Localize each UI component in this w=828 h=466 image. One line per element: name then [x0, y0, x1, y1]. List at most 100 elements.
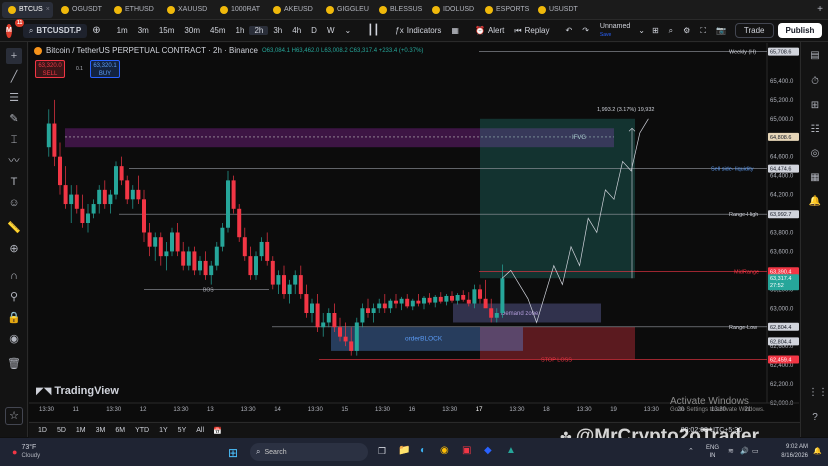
interval-D[interactable]: D	[306, 26, 322, 35]
candle[interactable]	[108, 194, 113, 205]
task-view-icon[interactable]: ❐	[378, 446, 386, 457]
candle[interactable]	[399, 298, 404, 304]
candle[interactable]	[293, 275, 298, 285]
compare-button[interactable]: ⊕	[87, 25, 105, 36]
alerts-clock-icon[interactable]: ⏱	[808, 76, 822, 90]
visibility-icon[interactable]: ◉	[6, 331, 22, 347]
templates-button[interactable]: ▦	[446, 26, 464, 35]
candle[interactable]	[175, 232, 180, 252]
candle[interactable]	[315, 303, 320, 328]
candle[interactable]	[326, 313, 331, 323]
candle[interactable]	[321, 322, 326, 328]
app-icon[interactable]: ▲	[506, 445, 516, 456]
browser-tab[interactable]: USUSDT	[532, 2, 583, 18]
candle[interactable]	[181, 251, 186, 266]
symbol-search-button[interactable]: ⌕ BTCUSDT.P	[22, 23, 88, 38]
interval-dropdown[interactable]: ⌄	[340, 26, 357, 35]
candle[interactable]	[349, 341, 354, 351]
camera-icon[interactable]: 📷	[711, 26, 731, 35]
trash-icon[interactable]: 🗑	[6, 356, 22, 372]
candle[interactable]	[332, 313, 337, 328]
candle[interactable]	[304, 294, 309, 313]
emoji-icon[interactable]: ☺	[6, 195, 22, 211]
hotlist-icon[interactable]: ⊞	[808, 100, 822, 114]
candle[interactable]	[254, 256, 258, 276]
browser-tab[interactable]: XAUUSD	[161, 2, 212, 18]
timeframe-3m[interactable]: 3M	[91, 427, 111, 434]
lock-icon[interactable]: 🔒	[6, 310, 22, 326]
interval-2h[interactable]: 2h	[249, 26, 269, 35]
start-button[interactable]: ⊞	[228, 446, 238, 460]
candle[interactable]	[478, 289, 482, 299]
timeframe-all[interactable]: All	[191, 427, 209, 434]
candle[interactable]	[422, 297, 426, 304]
profile-avatar[interactable]: M 11	[6, 18, 25, 38]
layout-dropdown[interactable]: ⌄	[636, 26, 647, 35]
candle[interactable]	[494, 313, 499, 318]
candle[interactable]	[58, 156, 62, 186]
candle[interactable]	[237, 208, 242, 238]
interval-3h[interactable]: 3h	[268, 26, 287, 35]
candle[interactable]	[310, 303, 314, 313]
notifications-bell-icon[interactable]: 🔔	[808, 196, 822, 210]
tray-chevron-icon[interactable]: ⌃	[688, 447, 694, 455]
redo-button[interactable]: ↷	[577, 26, 594, 35]
candle[interactable]	[450, 295, 454, 301]
interval-4h[interactable]: 4h	[287, 26, 306, 35]
candle[interactable]	[198, 260, 202, 271]
battery-icon[interactable]: ▭	[752, 447, 759, 455]
sell-button[interactable]: 63,320.0 SELL	[35, 60, 65, 78]
chart-area[interactable]: 65,708.665,400.065,200.065,000.064,800.0…	[29, 43, 799, 421]
chart-type-button[interactable]: ┃┃	[362, 25, 384, 36]
alert-button[interactable]: ⏰ Alert	[470, 26, 509, 35]
fib-retracement-icon[interactable]: ☰	[6, 90, 22, 106]
candle[interactable]	[483, 298, 488, 309]
interval-15m[interactable]: 15m	[154, 26, 180, 35]
apps-grid-icon[interactable]: ⋮⋮	[808, 387, 828, 401]
timeframe-1m[interactable]: 1M	[71, 427, 91, 434]
candle[interactable]	[69, 194, 74, 205]
browser-tab[interactable]: GIGGLEU	[320, 2, 371, 18]
candle[interactable]	[466, 299, 471, 304]
publish-button[interactable]: Publish	[777, 23, 823, 38]
candle[interactable]	[366, 308, 370, 313]
candle[interactable]	[192, 251, 197, 271]
candle[interactable]	[63, 185, 68, 205]
browser-tab[interactable]: ETHUSD	[108, 2, 159, 18]
candle[interactable]	[86, 213, 90, 223]
candle[interactable]	[489, 308, 494, 318]
clock[interactable]: 9:02 AM 8/16/2026	[764, 443, 808, 461]
candle[interactable]	[91, 204, 96, 214]
candle[interactable]	[433, 296, 438, 303]
zoom-in-icon[interactable]: ⊕	[6, 241, 22, 257]
app-icon[interactable]: ◆	[484, 445, 492, 456]
settings-icon[interactable]: ⚙	[678, 26, 695, 35]
candle[interactable]	[97, 189, 102, 205]
candle[interactable]	[259, 241, 264, 257]
watchlist-icon[interactable]: ▤	[808, 50, 822, 64]
layout-menu[interactable]: Unnamed Save	[594, 23, 636, 39]
ideas-icon[interactable]: ◎	[808, 148, 822, 162]
candle[interactable]	[209, 265, 214, 276]
file-explorer-icon[interactable]: 📁	[398, 445, 410, 456]
tab-close-icon[interactable]: ×	[46, 6, 50, 13]
timeframe-1y[interactable]: 1Y	[154, 427, 173, 434]
undo-button[interactable]: ↶	[561, 26, 578, 35]
candle[interactable]	[46, 123, 51, 148]
favorites-star-icon[interactable]: ☆	[5, 407, 23, 425]
timeframe-6m[interactable]: 6M	[110, 427, 130, 434]
date-range-icon[interactable]: 📅	[213, 427, 222, 435]
candle[interactable]	[405, 298, 410, 307]
taskbar-search[interactable]: ⌕ Search	[250, 443, 368, 461]
browser-tab[interactable]: BTCUS ×	[2, 1, 53, 18]
candle[interactable]	[360, 308, 365, 323]
candle[interactable]	[102, 189, 107, 205]
candle[interactable]	[438, 296, 443, 302]
candle[interactable]	[416, 300, 421, 304]
trade-button[interactable]: Trade	[734, 23, 774, 38]
candle[interactable]	[276, 275, 281, 285]
interval-3m[interactable]: 3m	[133, 26, 154, 35]
candle[interactable]	[119, 166, 124, 181]
language-indicator[interactable]: ENG IN	[706, 444, 719, 460]
search-icon[interactable]: ⌕	[664, 26, 678, 36]
